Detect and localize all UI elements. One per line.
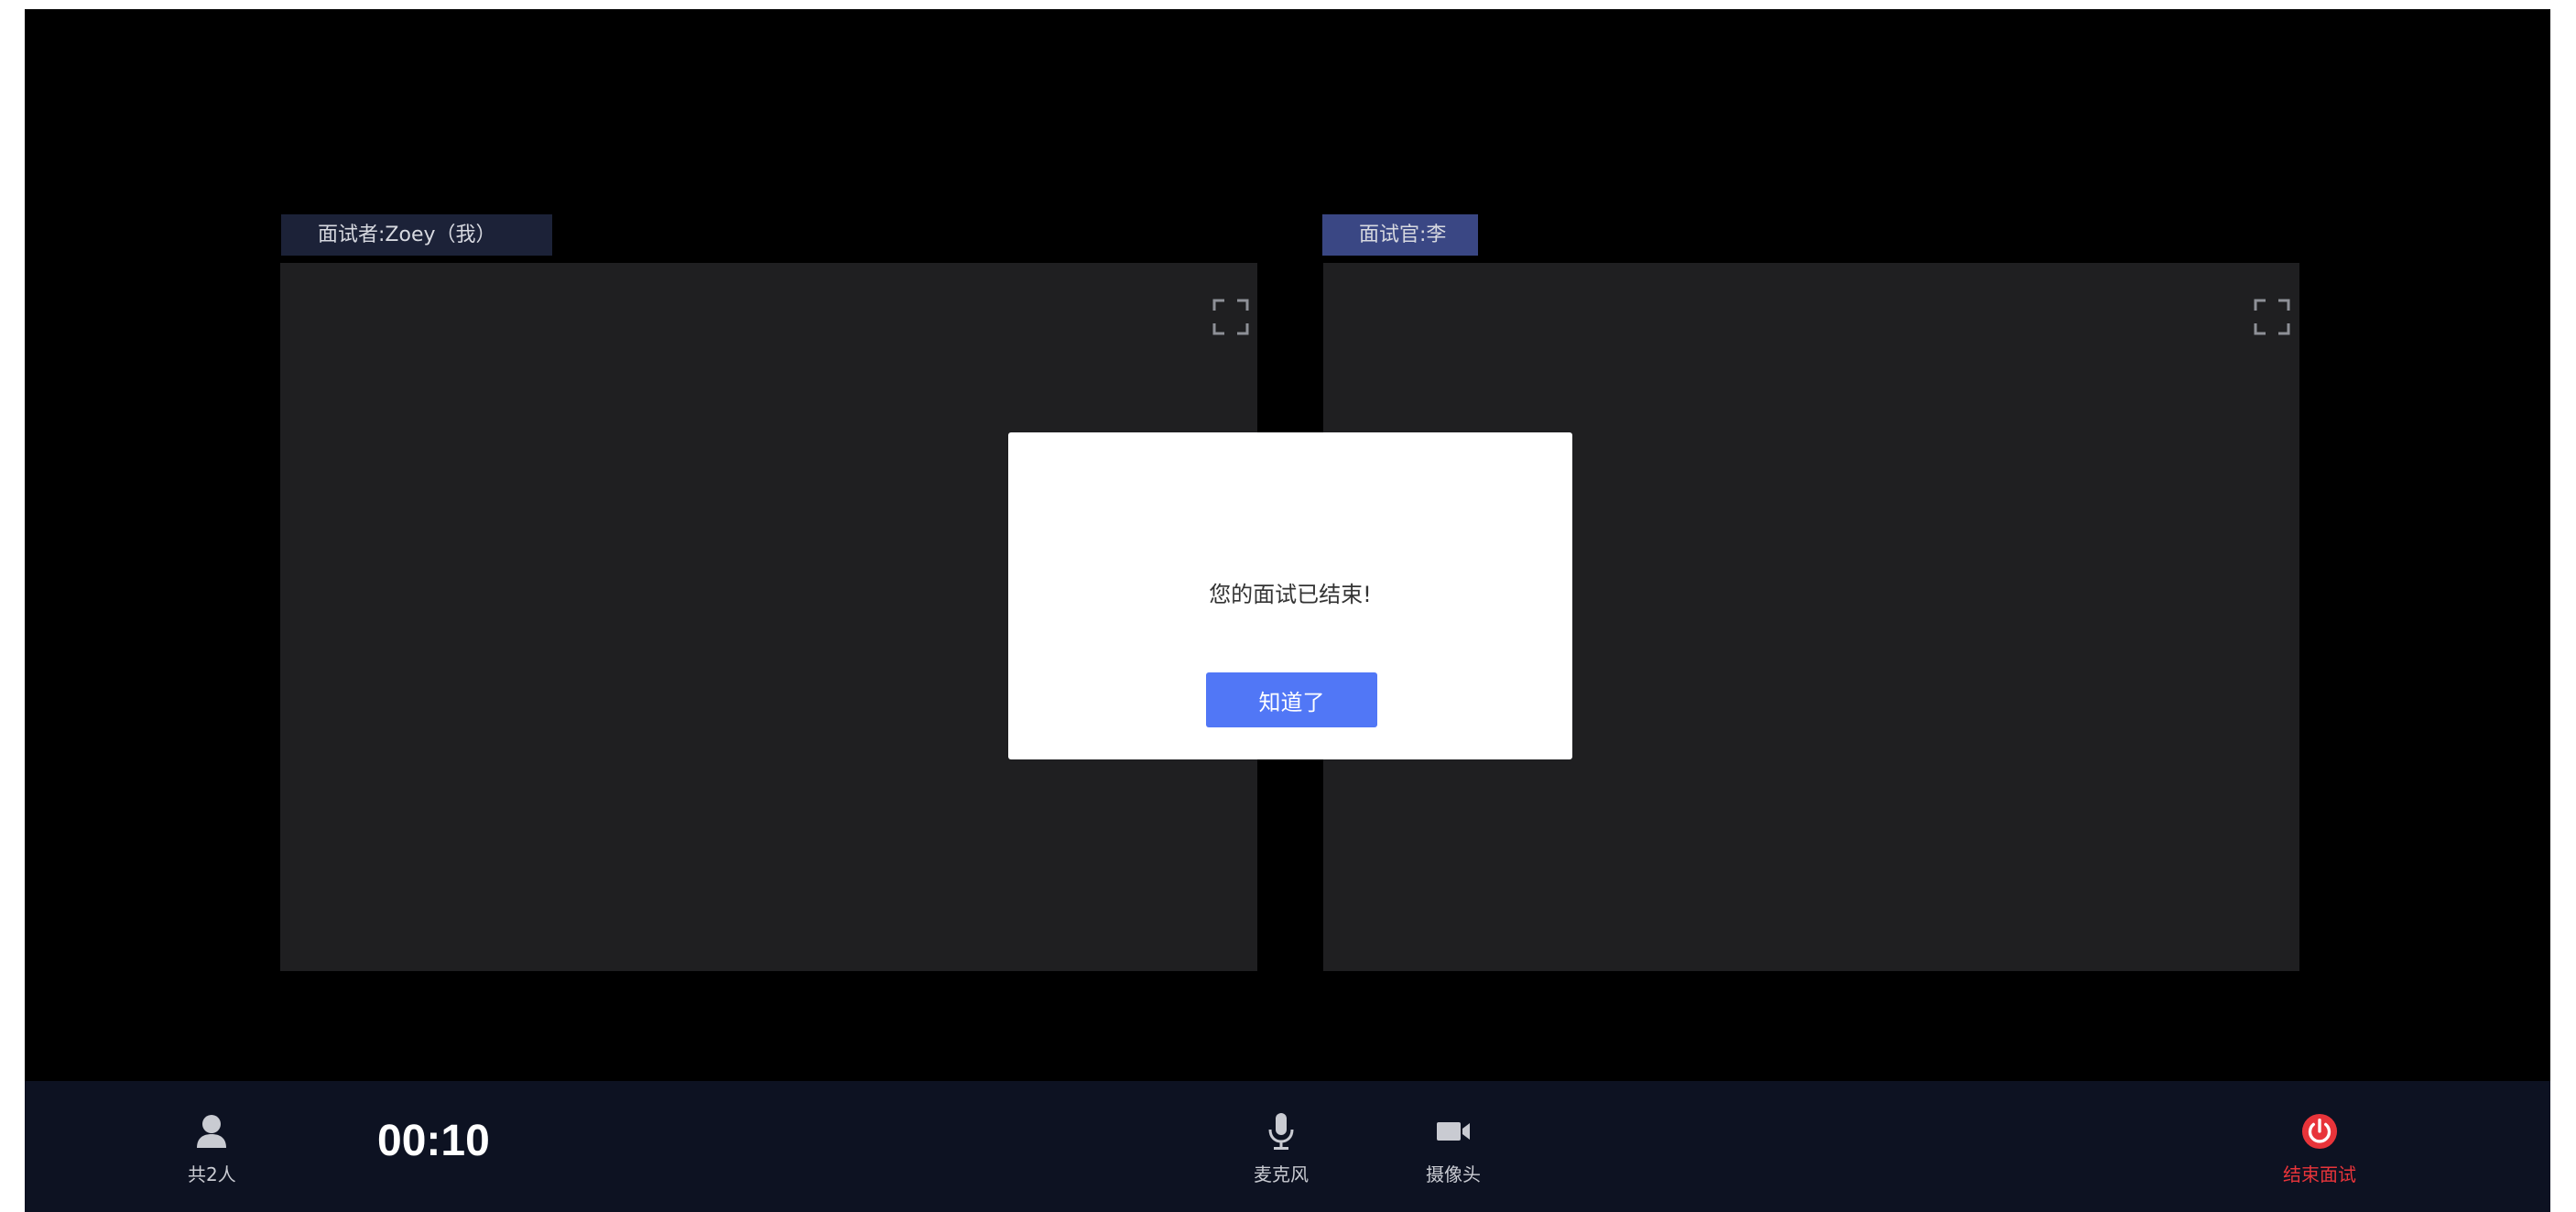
camera-button[interactable]: 摄像头 — [1426, 1110, 1481, 1186]
fullscreen-icon[interactable] — [2254, 299, 2290, 335]
microphone-button[interactable]: 麦克风 — [1254, 1110, 1309, 1186]
user-icon — [193, 1110, 230, 1152]
camera-label: 摄像头 — [1426, 1163, 1481, 1185]
control-bar: 共2人 00:10 麦克风 摄像头 结束面试 — [25, 1081, 2550, 1212]
dialog-message: 您的面试已结束! — [1209, 582, 1372, 607]
interview-ended-dialog: 您的面试已结束! 知道了 — [1008, 432, 1572, 759]
video-camera-icon — [1435, 1110, 1472, 1152]
interview-stage: 面试者:Zoey（我） 面试官:李 您的面试已结束! 知道了 共2人 00:10… — [25, 9, 2550, 1212]
fullscreen-icon[interactable] — [1212, 299, 1249, 335]
microphone-icon — [1263, 1110, 1299, 1152]
end-interview-button[interactable]: 结束面试 — [2283, 1110, 2356, 1186]
acknowledge-button[interactable]: 知道了 — [1206, 672, 1377, 727]
elapsed-timer: 00:10 — [377, 1117, 490, 1165]
participants-button[interactable]: 共2人 — [188, 1110, 236, 1186]
participant-count: 共2人 — [188, 1163, 236, 1185]
participant-tag-interviewer: 面试官:李 — [1322, 214, 1478, 256]
app-window: 面试者:Zoey（我） 面试官:李 您的面试已结束! 知道了 共2人 00:10… — [0, 0, 2576, 1212]
power-icon — [2301, 1110, 2338, 1152]
participant-tag-interviewee: 面试者:Zoey（我） — [281, 214, 552, 256]
end-interview-label: 结束面试 — [2283, 1163, 2356, 1185]
microphone-label: 麦克风 — [1254, 1163, 1309, 1185]
